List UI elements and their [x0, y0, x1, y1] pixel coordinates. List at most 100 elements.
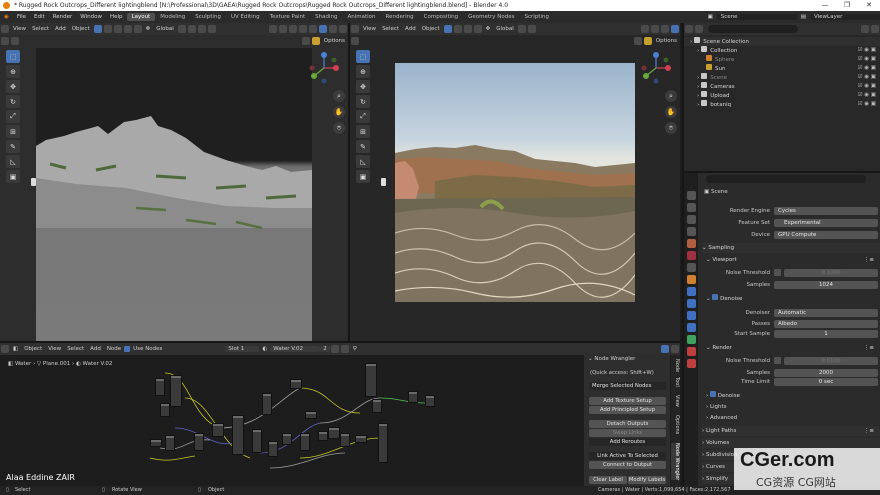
- shading-wire-icon[interactable]: [309, 25, 317, 33]
- overlay-toggle-icon[interactable]: [289, 25, 297, 33]
- menu-view[interactable]: View: [360, 26, 379, 32]
- workspace-tab-sculpting[interactable]: Sculpting: [190, 13, 226, 21]
- expand-arrow-icon[interactable]: ›: [697, 102, 699, 108]
- render-denoise-header[interactable]: › Denoise: [706, 391, 880, 401]
- node[interactable]: [328, 427, 340, 439]
- options-dropdown[interactable]: Options: [653, 38, 680, 44]
- node[interactable]: [305, 411, 317, 419]
- tool-tab-icon[interactable]: [686, 191, 696, 200]
- node[interactable]: [408, 391, 418, 403]
- maximize-button[interactable]: ❐: [836, 0, 858, 11]
- render-noise-threshold-field[interactable]: 0.0100: [784, 357, 878, 365]
- pan-view-icon[interactable]: ✋: [333, 106, 345, 118]
- render-tab-icon[interactable]: [686, 203, 696, 212]
- add-cube-tool-icon[interactable]: ▣: [356, 170, 370, 183]
- shading-solid-icon[interactable]: [319, 25, 327, 33]
- node[interactable]: [165, 435, 175, 451]
- outliner-row[interactable]: › botaniq ☑ ◉ ▣: [684, 100, 880, 109]
- node[interactable]: [160, 403, 170, 417]
- zoom-view-icon[interactable]: ⌕: [333, 90, 345, 102]
- measure-tool-icon[interactable]: ◺: [356, 155, 370, 168]
- proportional-icon[interactable]: [197, 25, 206, 33]
- add-texture-setup-button[interactable]: Add Texture Setup: [589, 397, 666, 405]
- view-layer-selector[interactable]: ViewLayer: [810, 14, 880, 20]
- material-tab-icon[interactable]: [686, 347, 696, 356]
- warning-icon[interactable]: [643, 36, 652, 45]
- visibility-toggles[interactable]: ☑ ◉ ▣: [858, 64, 876, 73]
- menu-window[interactable]: Window: [76, 14, 106, 20]
- particles-tab-icon[interactable]: [686, 299, 696, 308]
- viewport-subpanel-header[interactable]: ⌄ Viewport ⋮≡: [706, 255, 880, 265]
- node[interactable]: [232, 415, 244, 455]
- output-tab-icon[interactable]: [686, 215, 696, 224]
- node[interactable]: [355, 435, 367, 443]
- node[interactable]: [170, 375, 182, 407]
- rotate-tool-icon[interactable]: ↻: [6, 95, 20, 108]
- viewport-noise-checkbox[interactable]: [774, 269, 781, 276]
- expand-arrow-icon[interactable]: ›: [690, 39, 692, 45]
- unlink-material-icon[interactable]: [340, 345, 349, 353]
- workspace-tab-layout[interactable]: Layout: [126, 13, 156, 21]
- node[interactable]: [155, 378, 165, 396]
- sampling-panel-header[interactable]: ⌄ Sampling: [702, 243, 880, 253]
- workspace-tab-compositing[interactable]: Compositing: [419, 13, 463, 21]
- denoise-checkbox[interactable]: [712, 294, 719, 300]
- workspace-tab-texture-paint[interactable]: Texture Paint: [265, 13, 311, 21]
- camera-view-icon[interactable]: ⌾: [333, 122, 345, 134]
- select-invert-icon[interactable]: [123, 25, 132, 33]
- visibility-toggles[interactable]: ☑ ◉ ▣: [858, 91, 876, 100]
- tool-settings-icon-2[interactable]: [11, 36, 19, 45]
- tool-settings-icon[interactable]: [351, 36, 359, 45]
- advanced-subpanel-header[interactable]: › Advanced: [706, 413, 880, 423]
- collection-tab-icon[interactable]: [686, 263, 696, 272]
- volumes-panel-header[interactable]: › Volumes: [702, 438, 880, 448]
- node[interactable]: [340, 433, 350, 447]
- swap-links-button[interactable]: Swap Links: [589, 429, 666, 437]
- blender-menu-icon[interactable]: ◉: [0, 14, 13, 20]
- outliner-row[interactable]: › Scene Collection: [684, 37, 880, 46]
- editor-type-icon[interactable]: [685, 25, 693, 33]
- transform-tool-icon[interactable]: ⊞: [356, 125, 370, 138]
- shader-type-dropdown[interactable]: Object: [21, 346, 45, 352]
- device-dropdown[interactable]: GPU Compute: [774, 231, 878, 239]
- constraints-tab-icon[interactable]: [686, 323, 696, 332]
- render-noise-checkbox[interactable]: [774, 357, 781, 364]
- sidebar-toggle-left[interactable]: [31, 178, 36, 186]
- rotate-tool-icon[interactable]: ↻: [356, 95, 370, 108]
- select-box-tool-icon[interactable]: ⬚: [6, 50, 20, 63]
- move-tool-icon[interactable]: ✥: [356, 80, 370, 93]
- clear-label-button[interactable]: Clear Label: [589, 476, 627, 484]
- select-box-tool-icon[interactable]: ⬚: [356, 50, 370, 63]
- menu-add[interactable]: Add: [87, 346, 104, 352]
- search-properties-input[interactable]: [706, 175, 866, 183]
- cursor-tool-icon[interactable]: ⊕: [356, 65, 370, 78]
- lights-subpanel-header[interactable]: › Lights: [706, 402, 880, 412]
- select-mode-icon[interactable]: [93, 25, 102, 33]
- node[interactable]: [365, 363, 377, 397]
- node[interactable]: [378, 423, 388, 463]
- select-subtract-icon[interactable]: [463, 25, 472, 33]
- node[interactable]: [318, 431, 328, 441]
- expand-arrow-icon[interactable]: ›: [697, 75, 699, 81]
- add-principled-setup-button[interactable]: Add Principled Setup: [589, 406, 666, 414]
- menu-edit[interactable]: Edit: [30, 14, 49, 20]
- modify-labels-button[interactable]: Modify Labels: [628, 476, 666, 484]
- workspace-tab-uv-editing[interactable]: UV Editing: [226, 13, 265, 21]
- node[interactable]: [268, 441, 278, 457]
- sidebar-tab-view[interactable]: View: [671, 395, 680, 407]
- visibility-toggles[interactable]: ☑ ◉ ▣: [858, 100, 876, 109]
- new-collection-icon[interactable]: [871, 25, 879, 33]
- visibility-toggles[interactable]: ☑ ◉ ▣: [858, 55, 876, 64]
- light-paths-panel-header[interactable]: › Light Paths ⋮≡: [702, 426, 880, 436]
- list-icon[interactable]: ⋮≡: [864, 255, 874, 265]
- menu-render[interactable]: Render: [49, 14, 77, 20]
- workspace-tab-scripting[interactable]: Scripting: [520, 13, 554, 21]
- menu-file[interactable]: File: [13, 14, 30, 20]
- zoom-view-icon[interactable]: ⌕: [665, 90, 677, 102]
- menu-help[interactable]: Help: [106, 14, 127, 20]
- xray-icon[interactable]: [299, 25, 307, 33]
- select-extend-icon[interactable]: [103, 25, 112, 33]
- modifier-tab-icon[interactable]: [686, 287, 696, 296]
- menu-node[interactable]: Node: [104, 346, 124, 352]
- object-tab-icon[interactable]: [686, 275, 696, 284]
